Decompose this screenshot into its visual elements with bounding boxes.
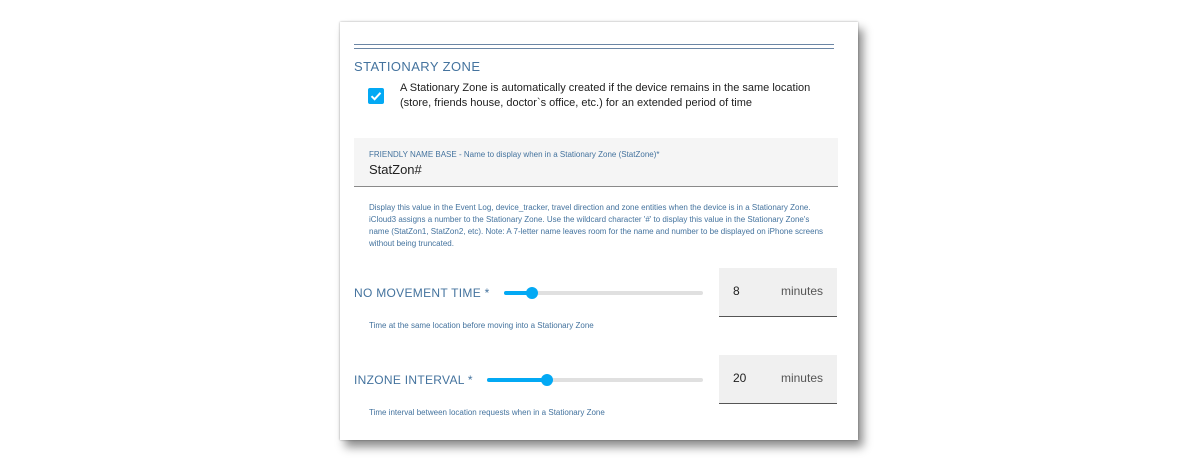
inzone-interval-slider-thumb[interactable] <box>541 374 554 386</box>
no-movement-slider-thumb[interactable] <box>525 287 538 299</box>
inzone-interval-slider-fill <box>487 378 548 382</box>
check-icon <box>370 92 382 101</box>
no-movement-value[interactable]: 8 <box>733 284 740 298</box>
no-movement-helper: Time at the same location before moving … <box>369 321 594 330</box>
inzone-interval-value[interactable]: 20 <box>733 371 746 385</box>
friendly-name-field[interactable]: FRIENDLY NAME BASE - Name to display whe… <box>354 138 838 187</box>
settings-card: STATIONARY ZONE A Stationary Zone is aut… <box>340 22 858 440</box>
no-movement-slider[interactable] <box>504 287 703 299</box>
stationary-zone-checkbox[interactable] <box>368 88 384 104</box>
checkbox-description: A Stationary Zone is automatically creat… <box>400 82 811 109</box>
inzone-interval-helper: Time interval between location requests … <box>369 408 605 417</box>
no-movement-input[interactable]: 8 minutes <box>719 268 837 317</box>
section-title: STATIONARY ZONE <box>354 59 481 74</box>
no-movement-label: NO MOVEMENT TIME * <box>354 286 490 300</box>
inzone-interval-input[interactable]: 20 minutes <box>719 355 837 404</box>
inzone-interval-unit: minutes <box>780 371 823 385</box>
friendly-name-value[interactable]: StatZon# <box>369 162 422 177</box>
inzone-interval-label: INZONE INTERVAL * <box>354 373 473 387</box>
friendly-name-helper: Display this value in the Event Log, dev… <box>369 203 824 248</box>
section-divider <box>354 44 834 49</box>
inzone-interval-slider[interactable] <box>487 374 703 386</box>
friendly-name-label: FRIENDLY NAME BASE - Name to display whe… <box>369 150 660 159</box>
no-movement-unit: minutes <box>780 284 823 298</box>
